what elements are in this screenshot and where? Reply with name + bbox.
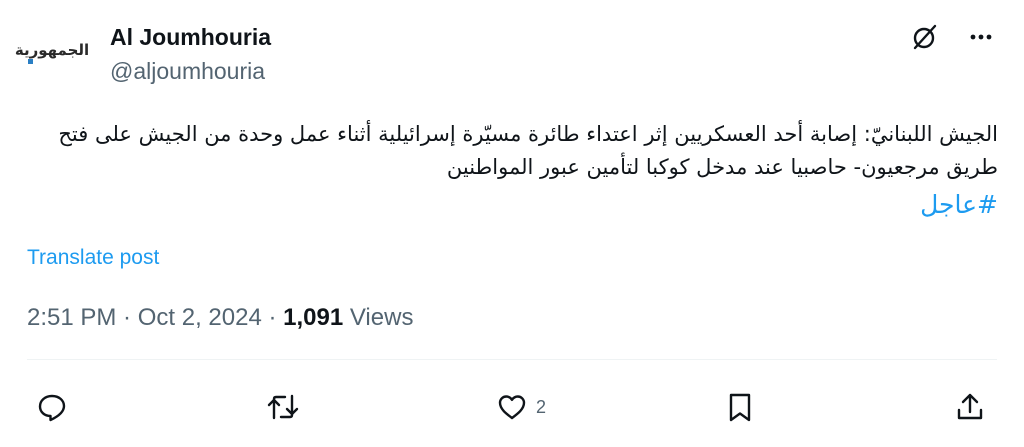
share-button[interactable] bbox=[954, 388, 986, 426]
translate-post-link[interactable]: Translate post bbox=[27, 246, 159, 270]
avatar[interactable]: الجمهورية bbox=[14, 14, 90, 86]
like-button[interactable]: 2 bbox=[496, 388, 546, 426]
like-count: 2 bbox=[536, 396, 547, 417]
header-actions bbox=[910, 22, 996, 52]
reply-button[interactable] bbox=[36, 388, 76, 426]
share-icon bbox=[957, 393, 983, 420]
repost-icon bbox=[267, 394, 299, 420]
views-count: 1,091 bbox=[283, 304, 344, 331]
action-bar: 2 bbox=[0, 388, 1024, 428]
display-name[interactable]: Al Joumhouria bbox=[110, 24, 271, 51]
hashtag-link[interactable]: #عاجل bbox=[26, 188, 998, 221]
tweet-meta: 2:51 PM · Oct 2, 2024 · 1,091 Views bbox=[27, 304, 413, 332]
more-icon[interactable] bbox=[966, 22, 996, 52]
meta-separator: · bbox=[261, 304, 284, 331]
tweet-text: الجيش اللبنانيّ: إصابة أحد العسكريين إثر… bbox=[26, 118, 998, 221]
avatar-logo-mark bbox=[28, 59, 33, 64]
grok-icon[interactable] bbox=[910, 22, 940, 52]
repost-button[interactable] bbox=[266, 388, 308, 426]
bookmark-icon bbox=[729, 393, 751, 422]
meta-separator: · bbox=[116, 304, 138, 331]
tweet-body: الجيش اللبنانيّ: إصابة أحد العسكريين إثر… bbox=[58, 122, 998, 179]
bookmark-button[interactable] bbox=[724, 388, 756, 426]
heart-icon bbox=[498, 395, 526, 420]
views-label: Views bbox=[343, 304, 414, 331]
reply-icon bbox=[38, 394, 66, 422]
handle[interactable]: @aljoumhouria bbox=[110, 58, 265, 85]
tweet-time[interactable]: 2:51 PM bbox=[27, 304, 116, 332]
divider bbox=[27, 359, 997, 360]
avatar-logo: الجمهورية bbox=[14, 41, 90, 59]
tweet-date[interactable]: Oct 2, 2024 bbox=[138, 304, 262, 332]
